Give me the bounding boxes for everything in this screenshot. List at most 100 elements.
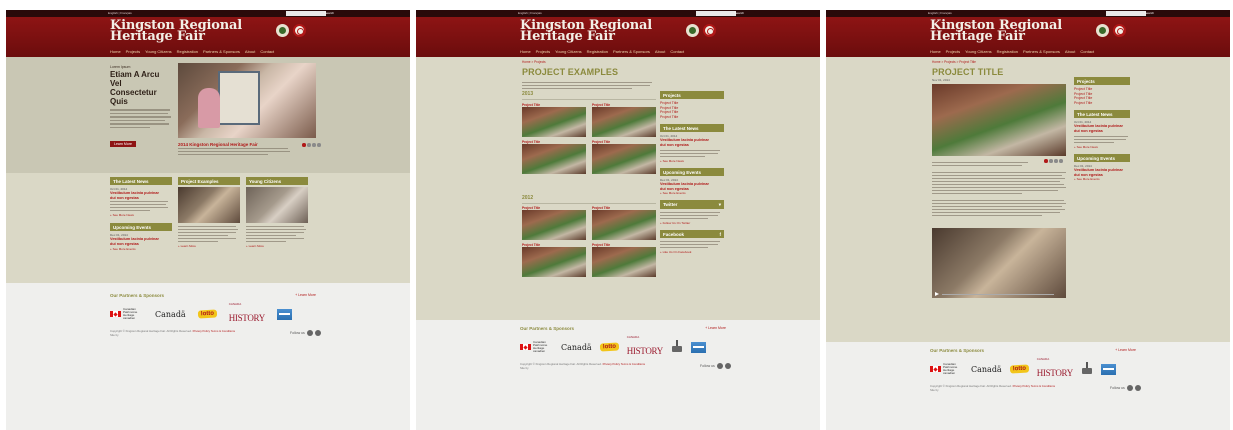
nav-young-citizens[interactable]: Young Citizens bbox=[555, 49, 582, 54]
nav-partners[interactable]: Partners & Sponsors bbox=[1023, 49, 1060, 54]
search-button[interactable]: Search bbox=[324, 11, 334, 15]
news-title[interactable]: Vestibulum lacinia pulvinar dui non egest… bbox=[1074, 124, 1130, 133]
nav-partners[interactable]: Partners & Sponsors bbox=[203, 49, 240, 54]
event-title[interactable]: Vestibulum lacinia pulvinar dui non egest… bbox=[660, 182, 724, 191]
like-facebook-link[interactable]: + Like Us On Facebook bbox=[660, 250, 724, 254]
nav-contact[interactable]: Contact bbox=[670, 49, 684, 54]
see-more-news-link[interactable]: + See More News bbox=[110, 213, 172, 217]
project-video-player[interactable] bbox=[932, 228, 1066, 298]
canadian-heritage-logo[interactable]: Canadian Patrimoine Heritage canadien bbox=[520, 341, 553, 353]
project-thumb[interactable] bbox=[592, 144, 656, 174]
nav-young-citizens[interactable]: Young Citizens bbox=[145, 49, 172, 54]
language-links[interactable]: English | Français bbox=[108, 11, 132, 15]
project-example-image[interactable] bbox=[178, 187, 240, 223]
learn-more-button[interactable]: Learn More bbox=[110, 141, 136, 147]
event-title[interactable]: Vestibulum lacinia pulvinar dui non egest… bbox=[110, 237, 172, 246]
site-logo[interactable]: Kingston Regional Heritage Fair bbox=[110, 19, 242, 43]
nav-projects[interactable]: Projects bbox=[126, 49, 140, 54]
terms-link[interactable]: Terms & Conditions bbox=[1031, 384, 1055, 388]
site-logo[interactable]: Kingston Regional Heritage Fair bbox=[930, 19, 1062, 43]
language-links[interactable]: English | Français bbox=[518, 11, 542, 15]
young-citizens-image[interactable] bbox=[246, 187, 308, 223]
canada-wordmark-logo[interactable]: Canadä bbox=[155, 310, 186, 319]
history-channel-logo[interactable]: CANADA HISTORY bbox=[229, 303, 266, 325]
nav-registration[interactable]: Registration bbox=[587, 49, 608, 54]
sidebar-project-link[interactable]: Project Title bbox=[1074, 101, 1130, 106]
privacy-link[interactable]: Privacy Policy bbox=[1013, 384, 1030, 388]
history-channel-logo[interactable]: CANADA HISTORY bbox=[1037, 358, 1074, 380]
twitter-icon[interactable] bbox=[716, 363, 723, 369]
gallery-dots[interactable] bbox=[1044, 159, 1063, 163]
project-thumb[interactable] bbox=[522, 144, 586, 174]
see-more-news-link[interactable]: + See More News bbox=[1074, 145, 1130, 149]
breadcrumb[interactable]: Home > Projects bbox=[522, 60, 546, 64]
nav-about[interactable]: About bbox=[655, 49, 665, 54]
canada-wordmark-logo[interactable]: Canadä bbox=[971, 365, 1002, 374]
site-logo[interactable]: Kingston Regional Heritage Fair bbox=[520, 19, 652, 43]
young-citizens-learn-more-link[interactable]: + Learn More bbox=[246, 244, 308, 248]
news-title[interactable]: Vestibulum lacinia pulvinar dui non egest… bbox=[660, 138, 724, 147]
search-input[interactable] bbox=[286, 11, 326, 16]
sidebar-project-link[interactable]: Project Title bbox=[660, 115, 724, 120]
nav-home[interactable]: Home bbox=[930, 49, 941, 54]
canada-wordmark-logo[interactable]: Canadä bbox=[561, 343, 592, 352]
privacy-link[interactable]: Privacy Policy bbox=[603, 362, 620, 366]
hero-photo[interactable] bbox=[178, 63, 316, 138]
search-input[interactable] bbox=[1106, 11, 1146, 16]
history-channel-logo[interactable]: CANADA HISTORY bbox=[627, 336, 664, 358]
breadcrumb[interactable]: Home > Projects > Project Title bbox=[932, 60, 976, 64]
see-more-events-link[interactable]: + See More Events bbox=[660, 191, 724, 195]
project-thumb[interactable] bbox=[522, 210, 586, 240]
news-title[interactable]: Vestibulum lacinia pulvinar dui non egest… bbox=[110, 191, 172, 200]
nav-contact[interactable]: Contact bbox=[260, 49, 274, 54]
nav-projects[interactable]: Projects bbox=[536, 49, 550, 54]
canadian-heritage-logo[interactable]: Canadian Patrimoine Heritage canadien bbox=[930, 363, 963, 375]
carousel-dots[interactable] bbox=[302, 143, 321, 147]
nav-partners[interactable]: Partners & Sponsors bbox=[613, 49, 650, 54]
facebook-icon[interactable] bbox=[1134, 385, 1141, 391]
nav-about[interactable]: About bbox=[1065, 49, 1075, 54]
nav-projects[interactable]: Projects bbox=[946, 49, 960, 54]
facebook-icon[interactable] bbox=[314, 330, 321, 336]
project-thumb[interactable] bbox=[592, 210, 656, 240]
terms-link[interactable]: Terms & Conditions bbox=[211, 329, 235, 333]
city-crest-logo[interactable] bbox=[671, 340, 683, 354]
follow-twitter-link[interactable]: + Follow Us On Twitter bbox=[660, 221, 724, 225]
project-main-photo[interactable] bbox=[932, 84, 1066, 156]
privacy-link[interactable]: Privacy Policy bbox=[193, 329, 210, 333]
see-more-events-link[interactable]: + See More Events bbox=[1074, 177, 1130, 181]
partners-more-link[interactable]: + Learn More bbox=[295, 293, 316, 298]
see-more-news-link[interactable]: + See More News bbox=[660, 159, 724, 163]
event-title[interactable]: Vestibulum lacinia pulvinar dui non egest… bbox=[1074, 168, 1130, 177]
nav-registration[interactable]: Registration bbox=[177, 49, 198, 54]
nav-young-citizens[interactable]: Young Citizens bbox=[965, 49, 992, 54]
project-thumb[interactable] bbox=[522, 247, 586, 277]
nav-contact[interactable]: Contact bbox=[1080, 49, 1094, 54]
bank-logo[interactable] bbox=[1100, 363, 1116, 375]
nav-about[interactable]: About bbox=[245, 49, 255, 54]
city-crest-logo[interactable] bbox=[1081, 362, 1093, 376]
search-button[interactable]: Search bbox=[734, 11, 744, 15]
project-learn-more-link[interactable]: + Learn More bbox=[178, 244, 240, 248]
terms-link[interactable]: Terms & Conditions bbox=[621, 362, 645, 366]
bank-logo[interactable] bbox=[690, 341, 706, 353]
project-thumb[interactable] bbox=[522, 107, 586, 137]
search-input[interactable] bbox=[696, 11, 736, 16]
partners-more-link[interactable]: + Learn More bbox=[705, 326, 726, 331]
see-more-events-link[interactable]: + See More Events bbox=[110, 247, 172, 251]
lotto-logo[interactable]: lotto bbox=[599, 342, 619, 352]
lotto-logo[interactable]: lotto bbox=[197, 309, 217, 319]
partners-more-link[interactable]: + Learn More bbox=[1115, 348, 1136, 353]
video-progress-bar[interactable] bbox=[942, 293, 1054, 295]
bank-logo[interactable] bbox=[276, 308, 292, 320]
play-icon[interactable] bbox=[935, 292, 939, 296]
twitter-icon[interactable] bbox=[306, 330, 313, 336]
facebook-icon[interactable] bbox=[724, 363, 731, 369]
nav-registration[interactable]: Registration bbox=[997, 49, 1018, 54]
search-button[interactable]: Search bbox=[1144, 11, 1154, 15]
project-thumb[interactable] bbox=[592, 247, 656, 277]
twitter-icon[interactable] bbox=[1126, 385, 1133, 391]
nav-home[interactable]: Home bbox=[110, 49, 121, 54]
canadian-heritage-logo[interactable]: Canadian Patrimoine Heritage canadien bbox=[110, 308, 143, 320]
language-links[interactable]: English | Français bbox=[928, 11, 952, 15]
